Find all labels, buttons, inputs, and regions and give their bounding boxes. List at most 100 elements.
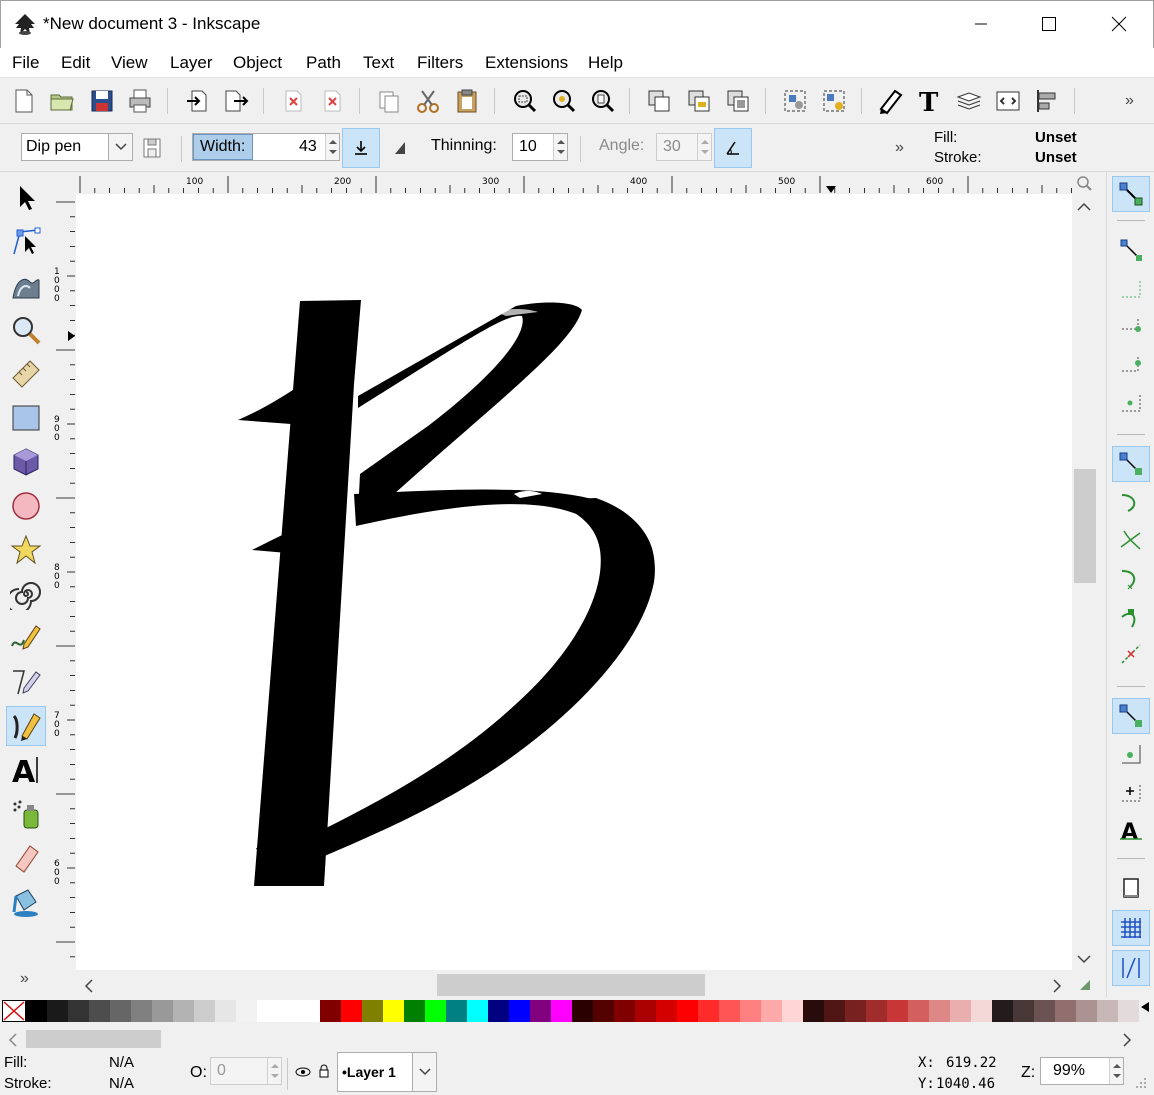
paste-icon[interactable] [453, 87, 481, 115]
drawing-canvas[interactable] [76, 194, 1072, 970]
color-swatch[interactable] [551, 1000, 572, 1022]
vertical-scrollbar[interactable] [1072, 194, 1098, 970]
tilt-toggle-button[interactable] [714, 128, 752, 168]
menu-object[interactable]: Object [233, 53, 282, 73]
snap-object-center-toggle[interactable] [1112, 736, 1150, 772]
new-document-icon[interactable] [10, 87, 38, 115]
color-swatch[interactable] [677, 1000, 698, 1022]
color-swatch[interactable] [803, 1000, 824, 1022]
print-icon[interactable] [126, 87, 154, 115]
color-swatch[interactable] [698, 1000, 719, 1022]
ungroup-icon[interactable] [820, 87, 848, 115]
chevron-down-icon[interactable] [108, 134, 132, 160]
menu-filters[interactable]: Filters [417, 53, 463, 73]
thinning-spinbox[interactable]: 10 [512, 133, 568, 161]
width-value[interactable]: 43 [299, 138, 317, 156]
snap-guides-toggle[interactable] [1112, 950, 1150, 986]
layer-visibility-icon[interactable] [295, 1065, 311, 1079]
color-swatch[interactable] [530, 1000, 551, 1022]
opacity-spinbox[interactable]: 0 [210, 1057, 282, 1085]
zoom-spinbox[interactable]: 99% [1040, 1057, 1124, 1085]
horizontal-scroll-thumb[interactable] [437, 974, 705, 996]
chevron-down-icon[interactable] [412, 1053, 436, 1091]
palette-menu-icon[interactable] [1140, 1001, 1150, 1013]
horizontal-scrollbar[interactable] [76, 970, 1072, 998]
undo-icon[interactable] [279, 87, 307, 115]
color-swatch[interactable] [1034, 1000, 1055, 1022]
open-folder-icon[interactable] [48, 87, 76, 115]
color-swatch[interactable] [446, 1000, 467, 1022]
color-swatch[interactable] [173, 1000, 194, 1022]
scroll-left-icon[interactable] [84, 979, 94, 993]
duplicate-icon[interactable] [645, 87, 673, 115]
color-swatch[interactable] [47, 1000, 68, 1022]
snap-others-toggle[interactable] [1112, 698, 1150, 734]
snap-paths-toggle[interactable] [1112, 484, 1150, 520]
snap-text-baseline-toggle[interactable]: A [1112, 812, 1150, 848]
opacity-value[interactable]: 0 [217, 1062, 226, 1080]
minimize-button[interactable] [958, 1, 1004, 47]
color-swatch[interactable] [404, 1000, 425, 1022]
color-swatch[interactable] [215, 1000, 236, 1022]
snap-grid-toggle[interactable] [1112, 910, 1150, 946]
width-stepper[interactable] [325, 134, 339, 160]
zoom-stepper[interactable] [1109, 1058, 1123, 1084]
commands-overflow-button[interactable]: » [1125, 92, 1134, 110]
ellipse-tool[interactable] [6, 486, 46, 526]
scroll-up-icon[interactable] [1077, 202, 1091, 212]
menu-extensions[interactable]: Extensions [485, 53, 568, 73]
angle-stepper[interactable] [697, 134, 711, 160]
color-swatch[interactable] [110, 1000, 131, 1022]
color-swatch[interactable] [1055, 1000, 1076, 1022]
color-swatch[interactable] [509, 1000, 530, 1022]
snap-bbox-corner-toggle[interactable] [1112, 308, 1150, 344]
preset-combobox[interactable]: Dip pen [21, 133, 133, 161]
controls-overflow-button[interactable]: » [895, 139, 904, 157]
scroll-right-icon[interactable] [1052, 979, 1062, 993]
clone-icon[interactable] [685, 87, 713, 115]
export-icon[interactable] [222, 87, 250, 115]
unlink-clone-icon[interactable] [724, 87, 752, 115]
scroll-left-icon[interactable] [8, 1033, 18, 1047]
opacity-stepper[interactable] [267, 1058, 281, 1084]
angle-spinbox[interactable]: 30 [656, 133, 712, 161]
snap-midpoints-toggle[interactable] [1112, 636, 1150, 672]
color-swatch[interactable] [1097, 1000, 1118, 1022]
status-fill-value[interactable]: N/A [109, 1054, 134, 1071]
palette-scrollbar[interactable] [0, 1026, 1154, 1052]
color-swatch[interactable] [1013, 1000, 1034, 1022]
color-swatch[interactable] [68, 1000, 89, 1022]
color-swatch[interactable] [299, 1000, 320, 1022]
color-swatch[interactable] [845, 1000, 866, 1022]
measure-tool[interactable] [6, 354, 46, 394]
menu-view[interactable]: View [111, 53, 148, 73]
layer-selector[interactable]: •Layer 1 [337, 1052, 437, 1092]
import-icon[interactable] [184, 87, 212, 115]
color-swatch[interactable] [971, 1000, 992, 1022]
color-swatch[interactable] [761, 1000, 782, 1022]
color-swatch[interactable] [656, 1000, 677, 1022]
thinning-stepper[interactable] [553, 134, 567, 160]
star-tool[interactable] [6, 530, 46, 570]
zoom-corner-icon[interactable] [1076, 175, 1092, 191]
color-swatch[interactable] [425, 1000, 446, 1022]
width-spinbox[interactable]: Width: 43 [192, 133, 340, 161]
menu-file[interactable]: File [12, 53, 39, 73]
thinning-value[interactable]: 10 [519, 138, 537, 156]
color-swatch[interactable] [908, 1000, 929, 1022]
text-tool[interactable]: A [6, 750, 46, 790]
color-swatch[interactable] [257, 1000, 278, 1022]
eraser-tool[interactable] [6, 838, 46, 878]
color-swatch[interactable] [929, 1000, 950, 1022]
3d-box-tool[interactable] [6, 442, 46, 482]
snap-cusp-nodes-toggle[interactable] [1112, 560, 1150, 596]
snap-bbox-center-toggle[interactable] [1112, 384, 1150, 420]
color-swatch[interactable] [383, 1000, 404, 1022]
snap-rotation-center-toggle[interactable] [1112, 774, 1150, 810]
color-swatch[interactable] [152, 1000, 173, 1022]
menu-path[interactable]: Path [306, 53, 341, 73]
pencil-tool[interactable] [6, 618, 46, 658]
menu-help[interactable]: Help [588, 53, 623, 73]
snap-smooth-nodes-toggle[interactable] [1112, 598, 1150, 634]
snap-bbox-edge-toggle[interactable] [1112, 270, 1150, 306]
